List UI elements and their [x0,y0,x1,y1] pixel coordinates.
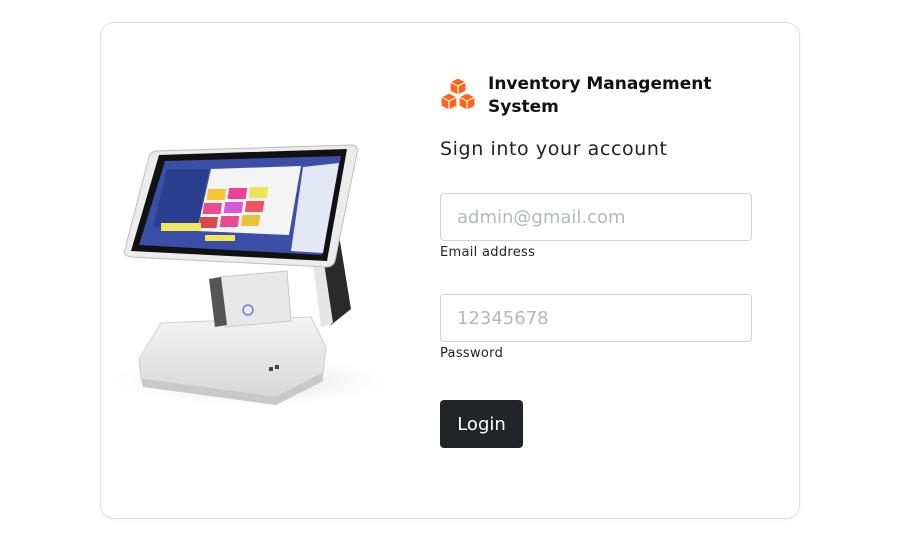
sign-in-heading: Sign into your account [440,138,668,160]
password-input[interactable] [440,294,752,342]
app-title: Inventory Management System [488,74,712,117]
email-group: Email address [440,193,752,260]
login-card: Inventory Management System Sign into yo… [100,22,800,519]
password-group: Password [440,294,752,361]
boxes-icon [440,77,476,111]
email-label: Email address [440,245,536,260]
pos-terminal-image [101,111,401,407]
password-label: Password [440,346,504,361]
brand: Inventory Management System [440,73,728,119]
login-button[interactable]: Login [440,400,523,448]
email-input[interactable] [440,193,752,241]
